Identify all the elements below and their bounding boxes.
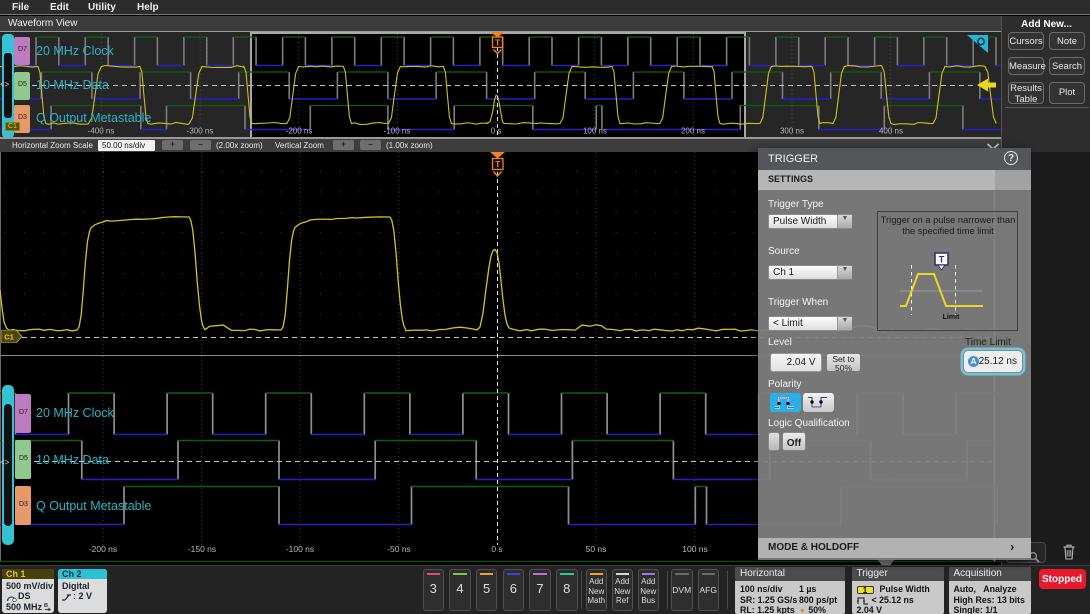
- svg-text:-100 ns: -100 ns: [384, 127, 411, 136]
- svg-text:-100 ns: -100 ns: [286, 544, 314, 554]
- svg-text:B: B: [44, 603, 48, 609]
- svg-text:-150 ns: -150 ns: [188, 544, 216, 554]
- svg-text:0 s: 0 s: [491, 544, 502, 554]
- svg-text:C1: C1: [4, 333, 14, 342]
- svg-text:-400 ns: -400 ns: [88, 127, 115, 136]
- svg-text:300 ns: 300 ns: [780, 127, 804, 136]
- svg-text:100 ns: 100 ns: [682, 544, 708, 554]
- svg-text:0 s: 0 s: [491, 127, 502, 136]
- svg-text:200 ns: 200 ns: [681, 127, 705, 136]
- svg-text:100 ns: 100 ns: [583, 127, 607, 136]
- svg-text:-300 ns: -300 ns: [187, 127, 214, 136]
- svg-text:-200 ns: -200 ns: [89, 544, 117, 554]
- svg-text:-200 ns: -200 ns: [286, 127, 313, 136]
- svg-text:50 ns: 50 ns: [586, 544, 607, 554]
- svg-text:400 ns: 400 ns: [879, 127, 903, 136]
- svg-text:-50 ns: -50 ns: [387, 544, 411, 554]
- svg-text:T: T: [495, 159, 501, 169]
- svg-text:T: T: [495, 38, 501, 48]
- svg-text:T: T: [939, 255, 945, 265]
- svg-text:Limit: Limit: [943, 314, 960, 321]
